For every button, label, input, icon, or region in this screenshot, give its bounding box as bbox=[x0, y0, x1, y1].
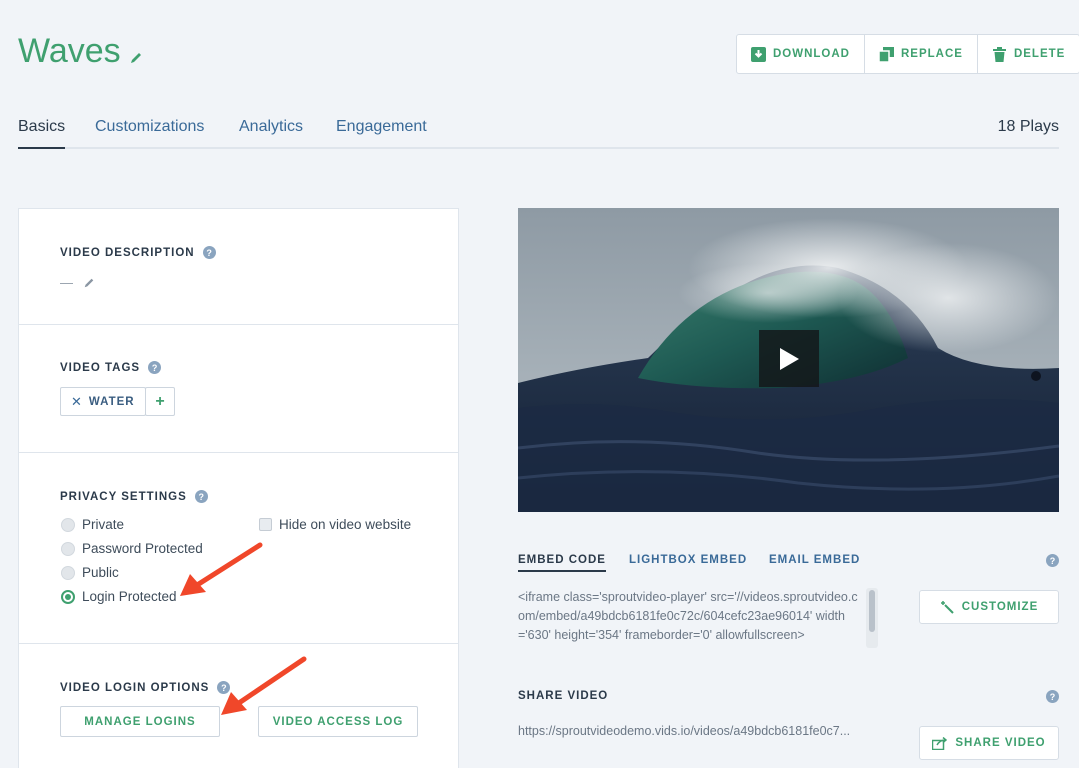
replace-icon bbox=[879, 46, 894, 62]
plays-count: 18 Plays bbox=[997, 118, 1059, 135]
radio-public[interactable] bbox=[61, 565, 75, 580]
help-icon[interactable]: ? bbox=[202, 246, 216, 259]
video-title: Waves bbox=[18, 32, 121, 70]
download-icon bbox=[751, 46, 766, 62]
privacy-option-label: Private bbox=[82, 517, 125, 532]
trash-icon bbox=[992, 46, 1006, 62]
help-icon[interactable]: ? bbox=[1046, 690, 1059, 703]
annotation-arrow-icon bbox=[180, 542, 263, 596]
video-actions: DOWNLOAD REPLACE DELETE bbox=[736, 34, 1079, 74]
description-value-row: — bbox=[60, 275, 95, 290]
page-title: Waves bbox=[18, 32, 143, 71]
tab-engagement[interactable]: Engagement bbox=[336, 118, 427, 149]
tab-email-embed[interactable]: EMAIL EMBED bbox=[769, 554, 860, 572]
pencil-icon[interactable] bbox=[129, 51, 143, 65]
login-options-label: VIDEO LOGIN OPTIONS bbox=[60, 681, 210, 694]
tab-analytics[interactable]: Analytics bbox=[239, 118, 303, 149]
radio-login[interactable] bbox=[61, 589, 75, 604]
customize-label: CUSTOMIZE bbox=[961, 601, 1039, 613]
tags-heading: VIDEO TAGS ? bbox=[60, 361, 162, 374]
tags-label: VIDEO TAGS bbox=[60, 361, 141, 374]
play-button[interactable] bbox=[759, 330, 819, 387]
annotation-arrow-icon bbox=[221, 656, 307, 715]
tab-customizations[interactable]: Customizations bbox=[95, 118, 204, 149]
customize-button[interactable]: CUSTOMIZE bbox=[919, 590, 1059, 624]
description-heading: VIDEO DESCRIPTION ? bbox=[60, 246, 216, 259]
privacy-option-label: Login Protected bbox=[82, 589, 177, 604]
tag-water[interactable]: ✕ WATER bbox=[60, 387, 146, 416]
embed-code-scrollbar[interactable] bbox=[866, 588, 878, 648]
remove-tag-icon[interactable]: ✕ bbox=[71, 394, 83, 410]
hide-on-website-option[interactable]: Hide on video website bbox=[259, 517, 411, 532]
delete-button[interactable]: DELETE bbox=[978, 35, 1079, 73]
radio-private[interactable] bbox=[61, 517, 75, 532]
share-video-label: SHARE VIDEO bbox=[518, 690, 609, 702]
privacy-option-label: Public bbox=[82, 565, 119, 580]
play-icon bbox=[780, 347, 799, 370]
share-video-button[interactable]: SHARE VIDEO bbox=[919, 726, 1059, 760]
privacy-option-login[interactable]: Login Protected bbox=[61, 589, 177, 604]
tag-label: WATER bbox=[88, 395, 135, 408]
tab-lightbox-embed[interactable]: LIGHTBOX EMBED bbox=[629, 554, 747, 572]
video-player[interactable] bbox=[518, 208, 1059, 512]
replace-button[interactable]: REPLACE bbox=[865, 35, 978, 73]
download-button[interactable]: DOWNLOAD bbox=[737, 35, 865, 73]
embed-tabs: EMBED CODE LIGHTBOX EMBED EMAIL EMBED ? bbox=[518, 554, 1059, 572]
login-options-heading: VIDEO LOGIN OPTIONS ? bbox=[60, 681, 231, 694]
privacy-label: PRIVACY SETTINGS bbox=[60, 490, 187, 503]
hide-label: Hide on video website bbox=[279, 517, 412, 532]
description-value: — bbox=[60, 275, 73, 290]
tab-basics[interactable]: Basics bbox=[18, 118, 66, 149]
wand-icon bbox=[940, 601, 954, 614]
manage-logins-button[interactable]: MANAGE LOGINS bbox=[60, 706, 220, 737]
privacy-heading: PRIVACY SETTINGS ? bbox=[60, 490, 208, 503]
embed-code-textarea[interactable]: <iframe class='sproutvideo-player' src='… bbox=[518, 588, 858, 645]
privacy-option-private[interactable]: Private bbox=[61, 517, 124, 532]
hide-checkbox[interactable] bbox=[259, 518, 272, 531]
description-section: VIDEO DESCRIPTION ? — bbox=[19, 209, 458, 325]
main-tabs: Basics Customizations Analytics Engageme… bbox=[18, 118, 1059, 149]
delete-label: DELETE bbox=[1013, 48, 1066, 60]
help-icon[interactable]: ? bbox=[148, 361, 162, 374]
tab-embed-code[interactable]: EMBED CODE bbox=[518, 554, 606, 572]
share-video-label: SHARE VIDEO bbox=[955, 737, 1046, 749]
help-icon[interactable]: ? bbox=[1046, 554, 1059, 567]
radio-password[interactable] bbox=[61, 541, 75, 556]
privacy-option-public[interactable]: Public bbox=[61, 565, 119, 580]
pencil-icon[interactable] bbox=[83, 277, 95, 289]
description-label: VIDEO DESCRIPTION bbox=[60, 246, 195, 259]
replace-label: REPLACE bbox=[901, 48, 963, 60]
download-label: DOWNLOAD bbox=[773, 48, 850, 60]
share-icon bbox=[932, 736, 948, 750]
share-url[interactable]: https://sproutvideodemo.vids.io/videos/a… bbox=[518, 724, 850, 738]
help-icon[interactable]: ? bbox=[194, 490, 208, 503]
add-tag-button[interactable]: + bbox=[145, 387, 175, 416]
